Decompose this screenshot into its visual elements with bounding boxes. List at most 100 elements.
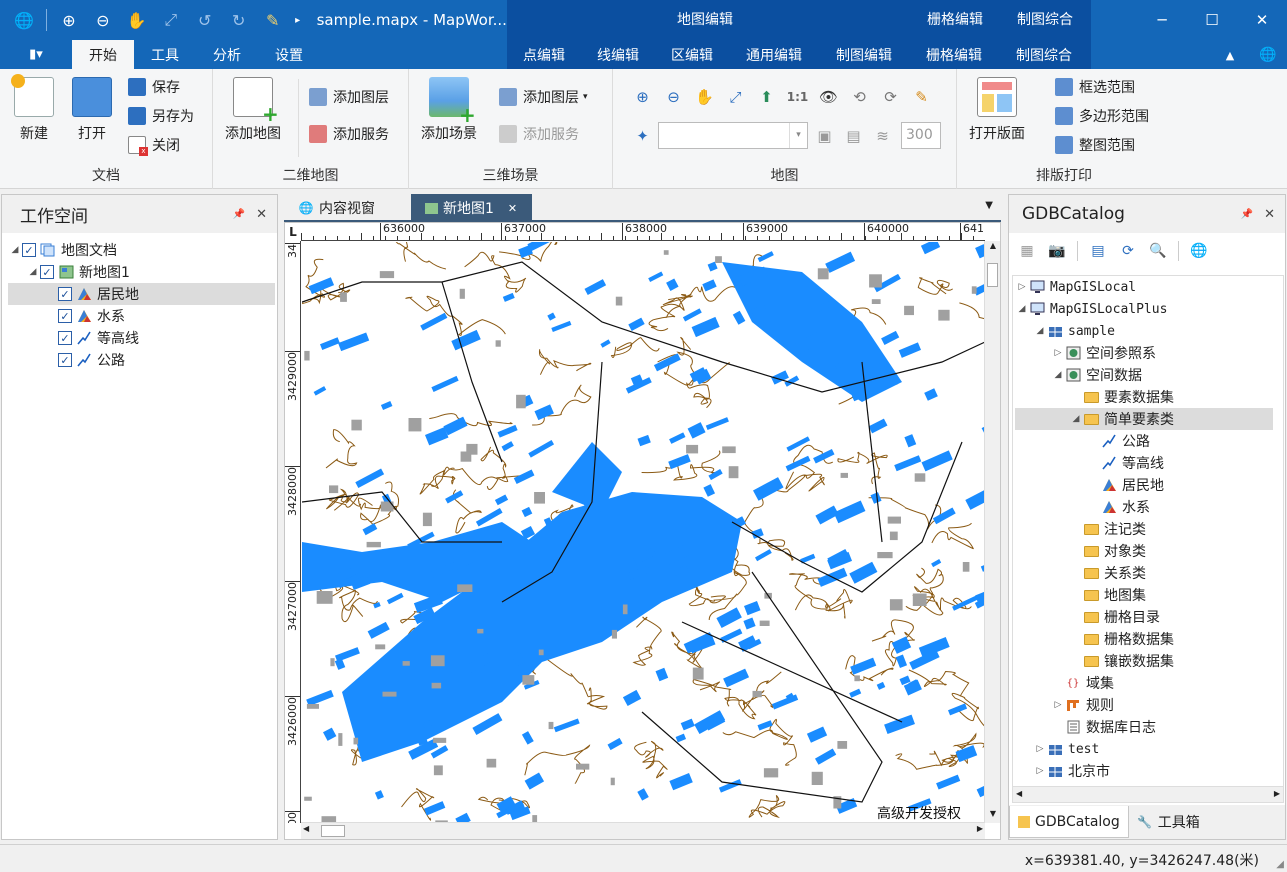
number-input[interactable]: 300 (901, 122, 941, 149)
workspace-node[interactable]: ◢ ✓ 地图文档 (8, 239, 275, 261)
add-layer-3d-button[interactable]: 添加图层 ▾ (499, 85, 588, 109)
gdb-node[interactable]: 对象类 (1015, 540, 1273, 562)
gdb-node[interactable]: ▷ MapGISLocal (1015, 276, 1273, 298)
zoom-out-icon[interactable]: ⊖ (87, 4, 119, 36)
new-button[interactable]: 新建 (11, 74, 54, 143)
horizontal-scroll-thumb[interactable] (321, 825, 345, 837)
gdb-node[interactable]: ◢ sample (1015, 320, 1273, 342)
gdb-node[interactable]: 镶嵌数据集 (1015, 650, 1273, 672)
gdb-node[interactable]: ◢ 简单要素类 (1015, 408, 1273, 430)
expand-arrow-icon[interactable]: ▷ (1015, 282, 1029, 292)
server-icon[interactable]: ▦ (1017, 241, 1037, 261)
add-scene-button[interactable]: + 添加场景 (421, 77, 477, 143)
add-service-2d-button[interactable]: 添加服务 (309, 122, 389, 146)
scroll-left-icon[interactable]: ◀ (303, 824, 309, 833)
wand-icon[interactable]: ✎ (910, 85, 933, 108)
pan-icon[interactable]: ✋ (693, 85, 716, 108)
scroll-up-icon[interactable]: ▲ (986, 241, 1000, 255)
tab-start[interactable]: 开始 (72, 40, 134, 69)
help-globe-icon[interactable]: 🌐 (1257, 44, 1279, 66)
globe-icon[interactable]: 🌐 (1189, 241, 1209, 261)
gdb-node[interactable]: 地图集 (1015, 584, 1273, 606)
box-range-button[interactable]: 框选范围 (1055, 75, 1135, 99)
gdb-node[interactable]: 数据库日志 (1015, 716, 1273, 738)
expand-arrow-icon[interactable]: ▷ (1051, 700, 1065, 710)
context-tab-0[interactable]: 点编辑 (507, 40, 581, 69)
next-view-icon[interactable]: ↻ (223, 4, 255, 36)
magic-wand-icon[interactable]: ✎ (257, 4, 289, 36)
gdb-node[interactable]: ▷ 规则 (1015, 694, 1273, 716)
expand-arrow-icon[interactable]: ◢ (8, 245, 22, 255)
gdb-node[interactable]: 关系类 (1015, 562, 1273, 584)
workspace-node[interactable]: ✓ 公路 (8, 349, 275, 371)
context-tab-1[interactable]: 线编辑 (581, 40, 655, 69)
expand-arrow-icon[interactable]: ◢ (1051, 370, 1065, 380)
gdb-node[interactable]: ▷ test (1015, 738, 1273, 760)
sparkle-icon[interactable]: ✦ (631, 124, 654, 147)
expand-arrow-icon[interactable]: ▷ (1033, 766, 1047, 776)
gdb-node[interactable]: 等高线 (1015, 452, 1273, 474)
zoom-in-icon[interactable]: ⊕ (631, 85, 654, 108)
zoom-in-icon[interactable]: ⊕ (53, 4, 85, 36)
gdb-node[interactable]: 栅格数据集 (1015, 628, 1273, 650)
tab-gdbcatalog[interactable]: GDBCatalog (1009, 806, 1129, 838)
open-button[interactable]: 打开 (72, 77, 112, 143)
gdb-node[interactable]: ▷ 北京市 (1015, 760, 1273, 782)
collapse-ribbon-icon[interactable]: ▲ (1219, 44, 1241, 66)
scroll-right-icon[interactable]: ▶ (1274, 789, 1280, 798)
context-tab-5[interactable]: 栅格编辑 (909, 40, 999, 69)
prev-view-icon[interactable]: ⟲ (848, 85, 871, 108)
previous-view-icon[interactable]: ↺ (189, 4, 221, 36)
context-tab-2[interactable]: 区编辑 (655, 40, 729, 69)
close-panel-icon[interactable]: ✕ (1264, 207, 1275, 222)
scroll-down-icon[interactable]: ▼ (986, 809, 1000, 823)
actual-size-icon[interactable]: 1:1 (786, 85, 809, 108)
context-tab-3[interactable]: 通用编辑 (729, 40, 819, 69)
tab-tools[interactable]: 工具 (134, 40, 196, 69)
scroll-left-icon[interactable]: ◀ (1016, 789, 1022, 798)
expand-arrow-icon[interactable]: ◢ (1015, 304, 1029, 314)
polygon-range-button[interactable]: 多边形范围 (1055, 104, 1149, 128)
resize-grip-icon[interactable]: ◢ (1276, 859, 1284, 870)
file-menu-button[interactable]: ▮▾ (0, 40, 72, 69)
pin-icon[interactable]: 📌 (233, 209, 245, 220)
workspace-node[interactable]: ✓ 等高线 (8, 327, 275, 349)
visibility-checkbox[interactable]: ✓ (58, 353, 72, 367)
eye-icon[interactable]: 👁 (817, 85, 840, 108)
next-view-icon[interactable]: ⟳ (879, 85, 902, 108)
search-icon[interactable]: 🔍 (1148, 241, 1168, 261)
close-tab-icon[interactable]: ✕ (508, 202, 517, 215)
gdb-node[interactable]: 水系 (1015, 496, 1273, 518)
gdb-node[interactable]: 公路 (1015, 430, 1273, 452)
scroll-right-icon[interactable]: ▶ (977, 824, 983, 833)
context-tab-4[interactable]: 制图编辑 (819, 40, 909, 69)
open-layout-button[interactable]: 打开版面 (969, 77, 1025, 143)
visibility-checkbox[interactable]: ✓ (22, 243, 36, 257)
full-extent-icon[interactable]: ⤢ (724, 85, 747, 108)
maximize-button[interactable]: ☐ (1187, 0, 1237, 40)
close-panel-icon[interactable]: ✕ (256, 207, 267, 222)
layer-dropdown[interactable]: ▾ (658, 122, 808, 149)
workspace-node[interactable]: ✓ 水系 (8, 305, 275, 327)
minimize-button[interactable]: ─ (1137, 0, 1187, 40)
expand-arrow-icon[interactable]: ▷ (1051, 348, 1065, 358)
refresh-icon[interactable]: ⬆ (755, 85, 778, 108)
tab-toolbox[interactable]: 🔧 工具箱 (1129, 806, 1208, 838)
vertical-scroll-thumb[interactable] (987, 263, 998, 287)
add-map-button[interactable]: + 添加地图 (225, 77, 281, 143)
tab-analysis[interactable]: 分析 (196, 40, 258, 69)
visibility-checkbox[interactable]: ✓ (40, 265, 54, 279)
tab-content-view[interactable]: 🌐 内容视窗 (284, 194, 411, 222)
gdb-node[interactable]: ◢ 空间数据 (1015, 364, 1273, 386)
map-view[interactable]: L 636000 637000 638000 639000 640000 641 34 34… (284, 222, 1001, 840)
visibility-checkbox[interactable]: ✓ (58, 309, 72, 323)
workspace-node[interactable]: ◢ ✓ 新地图1 (8, 261, 275, 283)
save-button[interactable]: 保存 (128, 75, 180, 99)
tab-settings[interactable]: 设置 (258, 40, 320, 69)
close-doc-button[interactable]: x 关闭 (128, 133, 180, 157)
gdb-node[interactable]: ▷ 空间参照系 (1015, 342, 1273, 364)
properties-icon[interactable]: ▤ (1088, 241, 1108, 261)
gdb-node[interactable]: 栅格目录 (1015, 606, 1273, 628)
pan-hand-icon[interactable]: ✋ (121, 4, 153, 36)
workspace-node[interactable]: ✓ 居民地 (8, 283, 275, 305)
